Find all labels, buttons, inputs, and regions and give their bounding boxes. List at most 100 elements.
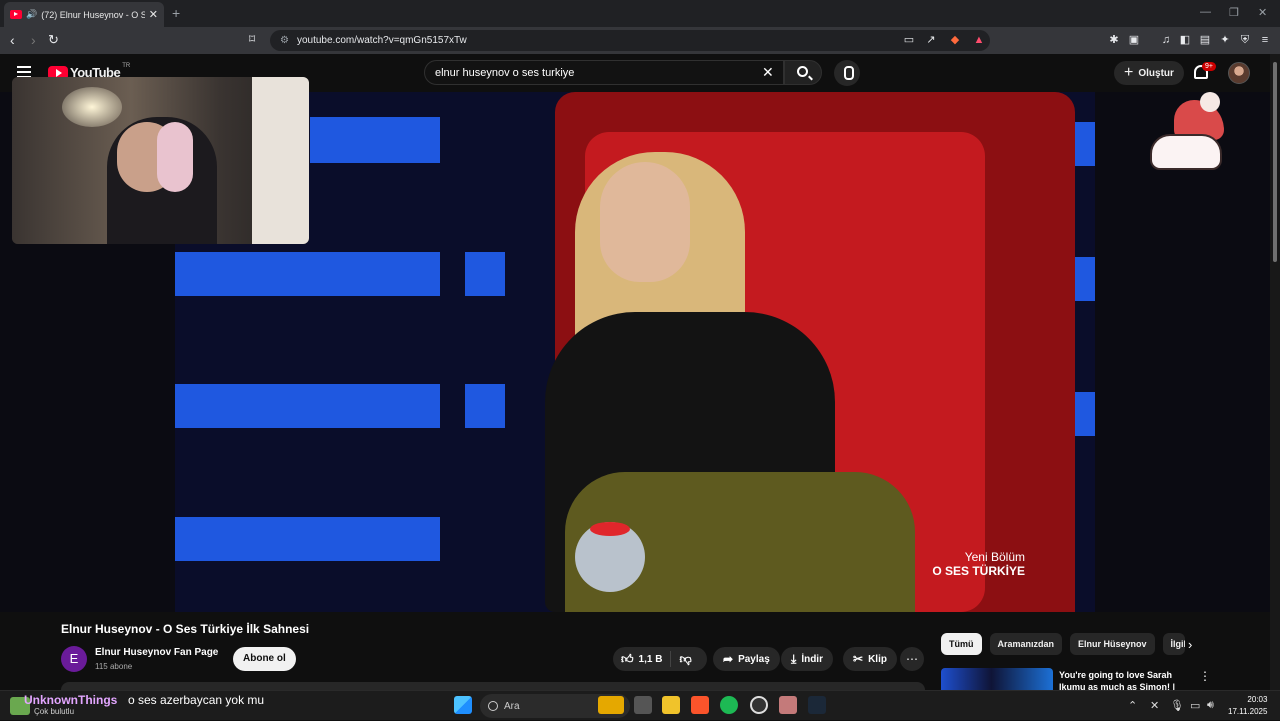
youtube-favicon-icon — [10, 10, 22, 19]
weather-text: Çok bulutlu — [34, 707, 75, 716]
tab-title: (72) Elnur Huseynov - O Ses Türkiye İlk … — [41, 9, 145, 20]
like-button[interactable]: 👍︎ 1,1 B — [613, 651, 672, 667]
vpn-icon[interactable]: ⛨ — [1238, 33, 1252, 47]
brave-shields-icon[interactable]: ◆ — [948, 33, 962, 47]
recommended-thumbnail[interactable] — [941, 668, 1053, 690]
share-icon: ➦ — [723, 652, 734, 666]
voice-search-icon[interactable] — [834, 60, 860, 86]
media-icon[interactable]: ♫ — [1159, 33, 1173, 47]
leo-ai-icon[interactable]: ✦ — [1218, 33, 1232, 47]
scissors-icon: ✂ — [853, 652, 864, 666]
maximize-icon[interactable]: ❐ — [1229, 6, 1239, 19]
minimize-icon[interactable]: — — [1200, 6, 1211, 18]
search-icon — [797, 66, 808, 77]
clock-time: 20:03 — [1247, 695, 1268, 704]
task-view-icon[interactable] — [634, 696, 652, 714]
channel-name[interactable]: Elnur Huseynov Fan Page — [95, 647, 218, 658]
download-label: İndir — [801, 653, 823, 665]
search-highlight-icon — [598, 696, 624, 714]
description-box[interactable] — [61, 682, 925, 690]
channel-avatar[interactable]: E — [61, 646, 87, 672]
window-close-icon[interactable]: ✕ — [1258, 6, 1267, 19]
reload-icon[interactable]: ↻ — [48, 32, 59, 48]
chat-username: UnknownThings — [24, 693, 118, 707]
chip-all[interactable]: Tümü — [941, 633, 982, 655]
share-label: Paylaş — [738, 653, 770, 665]
recommended-more-icon[interactable]: ⋮ — [1199, 669, 1211, 683]
christmas-cat-sticker — [1148, 92, 1224, 174]
watermark-line1: Yeni Bölüm — [964, 550, 1025, 564]
browser-toolbar: ‹ › ↻ ⌑ ⚙ youtube.com/watch?v=qmGn5157xT… — [0, 27, 1280, 54]
browser-tab[interactable]: 🔊 (72) Elnur Huseynov - O Ses Türkiye İl… — [4, 2, 164, 27]
extensions-icon[interactable]: ✱ — [1107, 33, 1121, 47]
obs-icon[interactable] — [750, 696, 768, 714]
download-icon: ⤓ — [791, 651, 797, 666]
spotify-icon[interactable] — [720, 696, 738, 714]
search-input[interactable]: elnur huseynov o ses turkiye — [424, 60, 784, 85]
recommended-title[interactable]: You're going to love Sarah Ikumu as much… — [1059, 669, 1184, 691]
show-watermark: Yeni Bölüm O SES TÜRKİYE — [932, 550, 1025, 578]
tray-chevron-icon[interactable]: ⌃ — [1128, 699, 1137, 712]
chip-related[interactable]: İlgili — [1162, 633, 1185, 655]
system-clock[interactable]: 20:03 17.11.2025 — [1228, 694, 1267, 718]
share-page-icon[interactable]: ↗ — [924, 33, 938, 47]
share-button[interactable]: ➦ Paylaş — [713, 647, 780, 671]
create-label: Oluştur — [1138, 67, 1174, 79]
forward-icon[interactable]: › — [31, 32, 36, 48]
watermark-line2: O SES TÜRKİYE — [932, 564, 1025, 578]
chevron-right-icon[interactable]: › — [1188, 637, 1192, 652]
display-icon[interactable]: ▭ — [1190, 699, 1200, 712]
like-dislike-group: 👍︎ 1,1 B 👎︎ — [613, 647, 707, 671]
download-button[interactable]: ⤓ İndir — [781, 647, 833, 671]
search-button[interactable] — [784, 60, 822, 85]
thumbs-up-icon: 👍︎ — [621, 651, 634, 666]
clear-search-icon[interactable]: ✕ — [762, 64, 774, 81]
windows-taskbar: UnknownThings Çok bulutlu o ses azerbayc… — [0, 690, 1280, 720]
account-avatar[interactable] — [1228, 62, 1250, 84]
back-icon[interactable]: ‹ — [10, 32, 15, 48]
sidebar-icon[interactable]: ◧ — [1178, 33, 1192, 47]
more-actions-icon[interactable]: ⋯ — [900, 647, 924, 671]
subscribe-button[interactable]: Abone ol — [233, 647, 296, 671]
wallet-icon[interactable]: ▤ — [1198, 33, 1212, 47]
chat-message: o ses azerbaycan yok mu — [128, 693, 265, 707]
screenshot-icon[interactable]: ▣ — [1127, 33, 1141, 47]
page-scrollbar[interactable] — [1270, 54, 1280, 694]
speaker-icon[interactable]: 🔊 — [26, 9, 37, 20]
region-code: TR — [122, 62, 131, 69]
windows-start-icon[interactable] — [454, 696, 472, 714]
video-title: Elnur Huseynov - O Ses Türkiye İlk Sahne… — [61, 622, 310, 636]
url-text: youtube.com/watch?v=qmGn5157xTw — [296, 35, 467, 46]
file-explorer-icon[interactable] — [662, 696, 680, 714]
chip-elnur[interactable]: Elnur Hüseynov — [1070, 633, 1155, 655]
notification-badge: 9+ — [1202, 62, 1216, 71]
address-bar[interactable]: ⚙ youtube.com/watch?v=qmGn5157xTw — [270, 30, 990, 51]
plus-icon: + — [1124, 64, 1134, 81]
brave-browser-icon[interactable] — [691, 696, 709, 714]
dislike-button[interactable]: 👎︎ — [671, 652, 699, 667]
weather-widget[interactable]: UnknownThings Çok bulutlu — [10, 691, 117, 721]
volume-icon[interactable]: 🔊︎ — [1207, 699, 1214, 712]
related-chips: Tümü Aramanızdan Elnur Hüseynov İlgili — [941, 633, 1193, 655]
subscriber-count: 115 abone — [95, 662, 133, 671]
new-tab-button[interactable]: + — [172, 5, 180, 21]
video-frame: Yeni Bölüm O SES TÜRKİYE — [175, 92, 1095, 612]
webcam-overlay — [12, 77, 309, 244]
like-count: 1,1 B — [638, 653, 663, 665]
close-tab-icon[interactable]: ✕ — [149, 8, 158, 21]
image-viewer-icon[interactable] — [779, 696, 797, 714]
cast-icon[interactable]: ▭ — [902, 33, 916, 47]
chip-from-search[interactable]: Aramanızdan — [989, 633, 1063, 655]
microphone-icon[interactable]: 🎙︎ — [1170, 699, 1184, 712]
create-button[interactable]: + Oluştur — [1114, 61, 1184, 85]
clip-label: Klip — [868, 653, 887, 665]
bookmark-icon[interactable]: ⌑ — [249, 32, 255, 46]
clock-date: 17.11.2025 — [1228, 707, 1268, 716]
browser-menu-icon[interactable]: ≡ — [1258, 33, 1272, 47]
browser-tab-bar: 🔊 (72) Elnur Huseynov - O Ses Türkiye İl… — [0, 0, 1280, 27]
brave-rewards-icon[interactable]: ▲ — [972, 33, 986, 47]
steam-icon[interactable] — [808, 696, 826, 714]
network-off-icon[interactable]: ✕ — [1150, 699, 1159, 712]
site-info-icon[interactable]: ⚙ — [280, 35, 289, 46]
clip-button[interactable]: ✂ Klip — [843, 647, 897, 671]
